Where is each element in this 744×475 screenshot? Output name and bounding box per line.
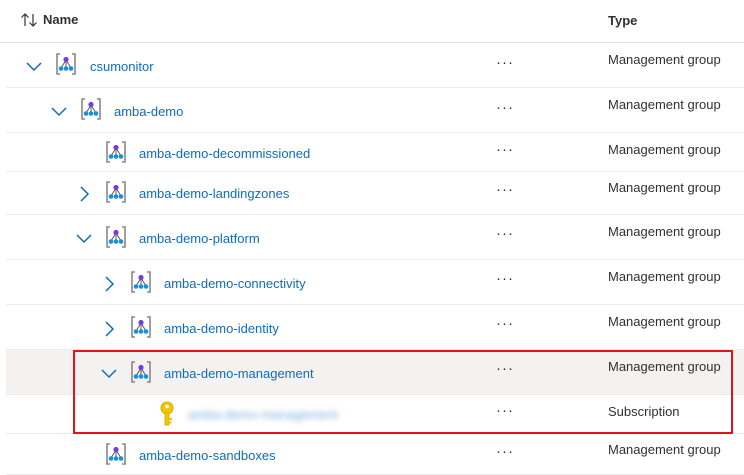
row-type: Management group	[608, 180, 721, 195]
row-name-link[interactable]: amba-demo-connectivity	[164, 276, 306, 291]
table-row[interactable]: amba-demo-decommissioned ··· Management …	[6, 133, 744, 172]
more-actions-button[interactable]: ···	[496, 316, 514, 331]
row-name-link[interactable]: amba-demo-sandboxes	[139, 448, 276, 463]
row-name-link[interactable]: amba-demo	[114, 104, 183, 119]
more-actions-button[interactable]: ···	[496, 182, 514, 197]
chevron-down-icon[interactable]	[50, 103, 68, 121]
more-actions-button[interactable]: ···	[496, 361, 514, 376]
table-row[interactable]: amba-demo-identity ··· Management group	[6, 305, 744, 350]
table-row[interactable]: csumonitor ··· Management group	[6, 43, 744, 88]
management-group-icon	[106, 226, 126, 248]
more-actions-button[interactable]: ···	[496, 444, 514, 459]
sort-arrows-icon[interactable]	[20, 12, 38, 28]
row-type: Management group	[608, 442, 721, 457]
row-type: Management group	[608, 269, 721, 284]
row-type: Subscription	[608, 404, 680, 419]
management-group-icon	[131, 271, 151, 293]
management-group-icon	[131, 316, 151, 338]
row-type: Management group	[608, 142, 721, 157]
column-header-name[interactable]: Name	[43, 12, 78, 27]
column-header-type[interactable]: Type	[608, 13, 637, 28]
row-name-link[interactable]: amba-demo-management	[164, 366, 314, 381]
chevron-right-icon[interactable]	[101, 320, 119, 338]
row-name-link[interactable]: amba-demo-identity	[164, 321, 279, 336]
more-actions-button[interactable]: ···	[496, 100, 514, 115]
row-type: Management group	[608, 314, 721, 329]
row-name-link[interactable]: amba-demo-decommissioned	[139, 146, 310, 161]
management-group-icon	[106, 181, 126, 203]
chevron-right-icon[interactable]	[76, 185, 94, 203]
row-type: Management group	[608, 359, 721, 374]
management-group-icon	[106, 443, 126, 465]
row-name-link[interactable]: amba-demo-landingzones	[139, 186, 289, 201]
table-row[interactable]: amba-demo-platform ··· Management group	[6, 215, 744, 260]
table-row[interactable]: amba-demo-management ··· Subscription	[6, 395, 744, 434]
row-type: Management group	[608, 224, 721, 239]
row-name-link[interactable]: amba-demo-platform	[139, 231, 260, 246]
chevron-right-icon[interactable]	[101, 275, 119, 293]
chevron-down-icon[interactable]	[100, 365, 118, 383]
management-group-icon	[81, 98, 101, 120]
more-actions-button[interactable]: ···	[496, 142, 514, 157]
more-actions-button[interactable]: ···	[496, 226, 514, 241]
more-actions-button[interactable]: ···	[496, 403, 514, 418]
table-row-selected[interactable]: amba-demo-management ··· Management grou…	[6, 350, 744, 395]
more-actions-button[interactable]: ···	[496, 271, 514, 286]
chevron-down-icon[interactable]	[25, 58, 43, 76]
management-group-icon	[131, 361, 151, 383]
table-row[interactable]: amba-demo-landingzones ··· Management gr…	[6, 172, 744, 215]
key-icon	[160, 401, 174, 426]
table-row[interactable]: amba-demo-sandboxes ··· Management group	[6, 434, 744, 475]
row-type: Management group	[608, 97, 721, 112]
management-group-icon	[56, 53, 76, 75]
row-name-link[interactable]: csumonitor	[90, 59, 154, 74]
management-group-icon	[106, 141, 126, 163]
row-name-link-redacted[interactable]: amba-demo-management	[188, 407, 338, 422]
chevron-down-icon[interactable]	[75, 230, 93, 248]
table-row[interactable]: amba-demo ··· Management group	[6, 88, 744, 133]
table-row[interactable]: amba-demo-connectivity ··· Management gr…	[6, 260, 744, 305]
table-header: Name Type	[0, 0, 744, 43]
row-type: Management group	[608, 52, 721, 67]
more-actions-button[interactable]: ···	[496, 55, 514, 70]
